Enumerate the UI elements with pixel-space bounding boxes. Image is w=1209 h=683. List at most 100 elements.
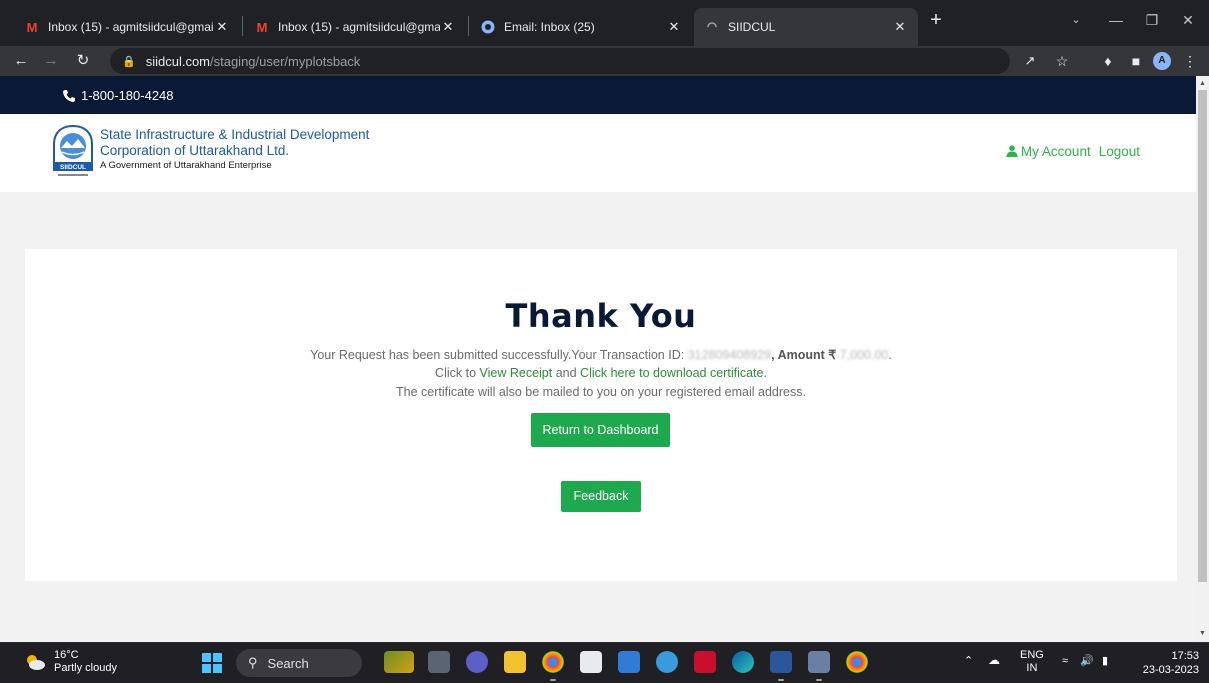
myhp-icon[interactable]: [618, 651, 640, 673]
chrome-icon[interactable]: [846, 651, 868, 673]
address-bar[interactable]: 🔒 siidcul.com/staging/user/myplotsback: [110, 48, 1010, 74]
tab-separator: [242, 16, 243, 36]
clock-date: 23-03-2023: [1142, 664, 1199, 676]
scroll-up-arrow-icon[interactable]: ▲: [1196, 78, 1209, 90]
page-scrollbar[interactable]: ▲ ▼: [1196, 76, 1209, 642]
close-tab-icon[interactable]: ✕: [666, 19, 682, 35]
side-panel-icon[interactable]: ■: [1126, 51, 1146, 71]
lock-icon[interactable]: 🔒: [122, 55, 136, 68]
notepad-app-icon[interactable]: [808, 651, 830, 673]
search-icon: ⚲: [248, 655, 258, 670]
scroll-down-arrow-icon[interactable]: ▼: [1196, 628, 1209, 640]
chrome-menu-icon[interactable]: ⋮: [1180, 51, 1200, 71]
view-receipt-link[interactable]: View Receipt: [480, 366, 553, 380]
gmail-icon: M: [256, 19, 268, 35]
submission-text: Your Request has been submitted successf…: [310, 348, 688, 362]
running-indicator: [778, 679, 784, 681]
running-indicator: [816, 679, 822, 681]
new-tab-button[interactable]: +: [920, 8, 952, 32]
weather-condition: Partly cloudy: [54, 662, 117, 674]
bookmark-star-icon[interactable]: ☆: [1052, 51, 1072, 71]
teams-chat-icon[interactable]: [466, 651, 488, 673]
windows-taskbar: 16°C Partly cloudy ⚲ Search ⌃ ☁ ENG IN ≈…: [0, 642, 1209, 682]
submission-message: Your Request has been submitted successf…: [25, 347, 1177, 362]
edge-icon[interactable]: [732, 651, 754, 673]
tab-title: Email: Inbox (25): [504, 20, 595, 34]
tab-siidcul[interactable]: SIIDCUL ✕: [694, 8, 918, 46]
message-end: .: [888, 348, 892, 362]
org-name-line1: State Infrastructure & Industrial Develo…: [100, 127, 370, 142]
running-indicator: [550, 679, 556, 681]
windows-start-icon[interactable]: [202, 653, 222, 673]
back-arrow-icon[interactable]: ←: [10, 50, 32, 72]
logo-wordmark: SIIDCUL: [60, 164, 86, 171]
clock-time: 17:53: [1171, 650, 1199, 662]
click-to-text: Click to: [435, 366, 480, 380]
url-host: siidcul.com: [145, 53, 210, 69]
amount-label: , Amount ₹: [771, 348, 840, 362]
account-links: My Account Logout: [1006, 144, 1140, 159]
forward-arrow-icon[interactable]: →: [40, 50, 62, 72]
download-certificate-link[interactable]: Click here to download certificate.: [580, 366, 767, 380]
chrome-icon[interactable]: [542, 651, 564, 673]
battery-icon[interactable]: ▮: [1102, 654, 1108, 667]
taskbar-search[interactable]: ⚲ Search: [236, 649, 362, 677]
browser-tab-strip: M Inbox (15) - agmitsiidcul@gmail. ✕ M I…: [0, 0, 1209, 46]
mcafee-icon[interactable]: [694, 651, 716, 673]
mail-note: The certificate will also be mailed to y…: [396, 385, 806, 399]
phone-contact[interactable]: 1-800-180-4248: [62, 88, 174, 103]
gmail-icon: M: [26, 19, 38, 35]
tab-title: Inbox (15) - agmitsiidcul@gmail.: [48, 20, 214, 34]
tab-inbox-1[interactable]: M Inbox (15) - agmitsiidcul@gmail. ✕: [14, 8, 240, 46]
share-icon[interactable]: ↗: [1020, 51, 1040, 71]
close-tab-icon[interactable]: ✕: [214, 19, 230, 35]
tab-title: SIIDCUL: [728, 20, 776, 34]
email-client-icon: [480, 19, 496, 35]
profile-avatar[interactable]: A: [1153, 52, 1171, 70]
volume-icon[interactable]: 🔊: [1080, 654, 1094, 667]
transaction-id: 312809408929: [687, 348, 772, 362]
search-highlight-icon[interactable]: [384, 651, 414, 673]
organization-name[interactable]: State Infrastructure & Industrial Develo…: [100, 127, 369, 173]
return-to-dashboard-button[interactable]: Return to Dashboard: [531, 413, 670, 447]
phone-icon: [63, 89, 75, 102]
scroll-thumb[interactable]: [1198, 90, 1207, 582]
tab-search-icon[interactable]: ⌄: [1060, 8, 1092, 32]
restore-icon[interactable]: ❐: [1136, 8, 1168, 32]
task-view-icon[interactable]: [428, 651, 450, 673]
my-account-label: My Account: [1020, 144, 1091, 159]
close-tab-icon[interactable]: ✕: [892, 19, 908, 35]
close-tab-icon[interactable]: ✕: [440, 19, 456, 35]
thank-you-heading: Thank You: [505, 297, 697, 335]
tab-title: Inbox (15) - agmitsiidcul@gmail.: [278, 20, 440, 34]
wifi-icon[interactable]: ≈: [1062, 655, 1068, 667]
feedback-button[interactable]: Feedback: [561, 481, 641, 512]
phone-number: 1-800-180-4248: [81, 88, 174, 103]
language-indicator[interactable]: ENG IN: [1020, 649, 1044, 675]
system-clock[interactable]: 17:53 23-03-2023: [1143, 649, 1199, 677]
loading-icon: [704, 19, 720, 35]
logout-link[interactable]: Logout: [1099, 144, 1140, 159]
show-hidden-icons-chevron-icon[interactable]: ⌃: [964, 654, 973, 667]
siidcul-logo[interactable]: SIIDCUL: [50, 124, 96, 180]
word-icon[interactable]: [770, 651, 792, 673]
onedrive-cloud-icon[interactable]: ☁: [988, 653, 1000, 667]
download-links-line: Click to View Receipt and Click here to …: [25, 366, 1177, 380]
partly-cloudy-icon: [27, 655, 45, 670]
reload-icon[interactable]: ↻: [72, 50, 94, 72]
minimize-icon[interactable]: —: [1100, 8, 1132, 32]
amount-value: 7,000.00: [839, 348, 889, 362]
url-path: /staging/user/myplotsback: [210, 53, 361, 69]
file-explorer-icon[interactable]: [504, 651, 526, 673]
weather-widget[interactable]: 16°C Partly cloudy: [24, 649, 117, 675]
org-name-line2: Corporation of Uttarakhand Ltd.: [100, 143, 290, 158]
my-account-link[interactable]: My Account: [1006, 144, 1091, 159]
help-app-icon[interactable]: [656, 651, 678, 673]
tab-separator: [468, 16, 469, 36]
microsoft-store-icon[interactable]: [580, 651, 602, 673]
tab-email-inbox[interactable]: Email: Inbox (25) ✕: [470, 8, 692, 46]
extensions-puzzle-icon[interactable]: ♦: [1098, 51, 1118, 71]
tab-inbox-2[interactable]: M Inbox (15) - agmitsiidcul@gmail. ✕: [244, 8, 466, 46]
language-code: ENG: [1020, 649, 1044, 661]
close-window-icon[interactable]: ✕: [1172, 8, 1204, 32]
